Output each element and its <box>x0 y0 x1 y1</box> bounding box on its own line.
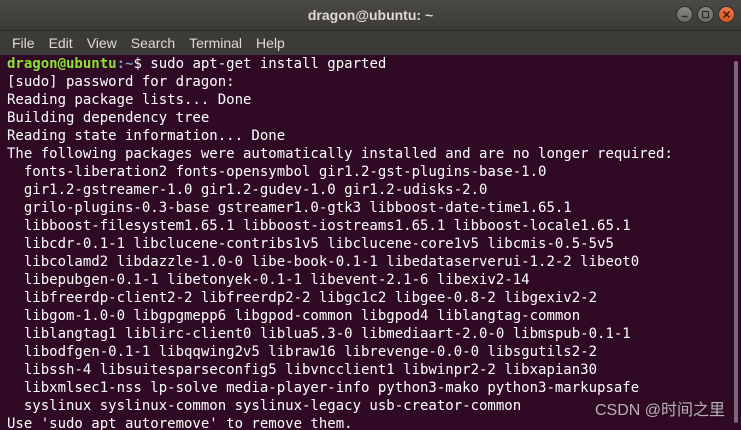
output-line: libfreerdp-client2-2 libfreerdp2-2 libgc… <box>7 290 598 306</box>
minimize-icon[interactable] <box>676 6 693 23</box>
title-bar[interactable]: dragon@ubuntu: ~ <box>0 0 741 31</box>
output-line: fonts-liberation2 fonts-opensymbol gir1.… <box>7 164 547 180</box>
output-line: libssh-4 libsuitesparseconfig5 libvnccli… <box>7 362 598 378</box>
terminal-output[interactable]: dragon@ubuntu:~$ sudo apt-get install gp… <box>0 55 730 430</box>
prompt-line: dragon@ubuntu:~$ sudo apt-get install gp… <box>7 55 730 73</box>
prompt-path: :~ <box>116 56 134 72</box>
output-line: liblangtag1 liblirc-client0 liblua5.3-0 … <box>7 326 631 342</box>
menu-search[interactable]: Search <box>124 32 182 54</box>
menu-view[interactable]: View <box>80 32 124 54</box>
output-line: libodfgen-0.1-1 libqqwing2v5 libraw16 li… <box>7 344 598 360</box>
window-title: dragon@ubuntu: ~ <box>307 7 434 23</box>
menu-file[interactable]: File <box>5 32 42 54</box>
output-line: libcdr-0.1-1 libclucene-contribs1v5 libc… <box>7 236 614 252</box>
menu-bar: File Edit View Search Terminal Help <box>0 31 741 55</box>
output-line: gir1.2-gstreamer-1.0 gir1.2-gudev-1.0 gi… <box>7 182 488 198</box>
output-line: Building dependency tree <box>7 110 210 126</box>
close-icon[interactable] <box>718 6 735 23</box>
scrollbar-thumb[interactable] <box>734 61 738 423</box>
output-line: libxmlsec1-nss lp-solve media-player-inf… <box>7 380 640 396</box>
command-text: sudo apt-get install gparted <box>150 56 387 72</box>
prompt-user: dragon@ubuntu <box>7 56 117 72</box>
output-line: The following packages were automaticall… <box>7 146 673 162</box>
terminal-window: dragon@ubuntu: ~ File Edit View Search T… <box>0 0 741 430</box>
watermark: CSDN @时间之里 <box>594 402 725 419</box>
menu-terminal[interactable]: Terminal <box>182 32 249 54</box>
menu-edit[interactable]: Edit <box>42 32 80 54</box>
maximize-icon[interactable] <box>697 6 714 23</box>
scrollbar[interactable] <box>730 55 741 430</box>
output-line: libepubgen-0.1-1 libetonyek-0.1-1 libeve… <box>7 272 530 288</box>
output-line: Reading state information... Done <box>7 128 286 144</box>
output-line: [sudo] password for dragon: <box>7 74 235 90</box>
output-line: libboost-filesystem1.65.1 libboost-iostr… <box>7 218 631 234</box>
output-line: libgom-1.0-0 libgpgmepp6 libgpod-common … <box>7 308 581 324</box>
output-line: libcolamd2 libdazzle-1.0-0 libe-book-0.1… <box>7 254 640 270</box>
output-line: grilo-plugins-0.3-base gstreamer1.0-gtk3… <box>7 200 572 216</box>
menu-help[interactable]: Help <box>249 32 292 54</box>
prompt-suffix: $ <box>133 56 151 72</box>
window-controls <box>676 6 735 23</box>
output-line: Reading package lists... Done <box>7 92 252 108</box>
